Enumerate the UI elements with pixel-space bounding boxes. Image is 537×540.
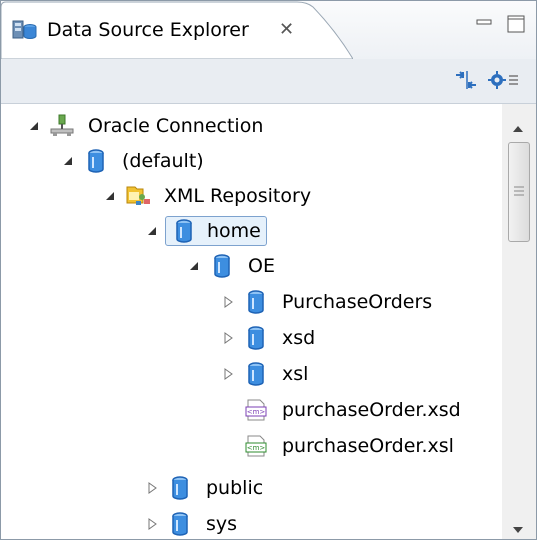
tree-item-oracle-connection[interactable]: Oracle Connection xyxy=(25,108,267,144)
tree-item-xsl-folder[interactable]: xsl xyxy=(219,356,312,392)
database-icon xyxy=(83,148,109,174)
tree-item-label: PurchaseOrders xyxy=(282,291,433,313)
folder-db-icon xyxy=(167,475,193,501)
scrollbar-thumb[interactable] xyxy=(508,142,530,242)
tree-item-purchaseorder-xsd[interactable]: <m> purchaseOrder.xsd xyxy=(237,392,465,428)
close-icon[interactable]: ✕ xyxy=(279,17,294,43)
expanded-arrow-icon[interactable] xyxy=(25,108,43,144)
xml-repository-icon xyxy=(125,183,151,209)
collapsed-arrow-icon[interactable] xyxy=(219,320,237,356)
tree-item-label: sys xyxy=(206,513,238,535)
collapsed-arrow-icon[interactable] xyxy=(143,470,161,506)
tree-item-sys[interactable]: sys xyxy=(143,506,241,539)
xsl-file-icon: <m> xyxy=(243,433,269,459)
collapse-all-icon[interactable] xyxy=(453,67,479,97)
tree-item-label: (default) xyxy=(122,150,204,172)
folder-db-icon xyxy=(243,361,269,387)
tree-item-default[interactable]: (default) xyxy=(59,143,208,179)
expanded-arrow-icon[interactable] xyxy=(143,213,161,249)
collapsed-arrow-icon[interactable] xyxy=(219,284,237,320)
tree-item-public[interactable]: public xyxy=(143,470,267,506)
connection-icon xyxy=(49,113,75,139)
expanded-arrow-icon[interactable] xyxy=(59,143,77,179)
tree-item-label: Oracle Connection xyxy=(88,115,264,137)
svg-text:<m>: <m> xyxy=(247,408,266,416)
maximize-icon[interactable] xyxy=(506,14,526,38)
xsd-file-icon: <m> xyxy=(243,397,269,423)
tree-item-purchaseorders[interactable]: PurchaseOrders xyxy=(219,284,436,320)
folder-db-icon xyxy=(243,325,269,351)
data-source-explorer-icon xyxy=(12,19,38,41)
collapsed-arrow-icon[interactable] xyxy=(143,506,161,539)
scroll-up-arrow-icon[interactable] xyxy=(512,118,524,137)
collapsed-arrow-icon[interactable] xyxy=(219,356,237,392)
folder-db-icon xyxy=(167,511,193,537)
tree-item-xsd-folder[interactable]: xsd xyxy=(219,320,319,356)
tree-item-label: XML Repository xyxy=(164,185,312,207)
tree-item-label: xsd xyxy=(282,327,316,349)
tree-item-label: purchaseOrder.xsl xyxy=(282,435,454,457)
tree-item-oe[interactable]: OE xyxy=(185,248,279,284)
svg-text:<m>: <m> xyxy=(247,444,266,452)
tree-item-selection: home xyxy=(165,216,267,246)
expanded-arrow-icon[interactable] xyxy=(101,178,119,214)
tree-view[interactable]: Oracle Connection (default) XML Reposito… xyxy=(1,104,501,539)
data-source-explorer-view: Data Source Explorer ✕ Oracle Connection… xyxy=(0,0,537,540)
view-toolbar xyxy=(1,59,536,104)
folder-db-icon xyxy=(209,253,235,279)
minimize-icon[interactable] xyxy=(475,14,493,36)
tree-item-home[interactable]: home xyxy=(143,213,267,249)
folder-db-icon xyxy=(171,218,197,244)
view-tab[interactable]: Data Source Explorer ✕ xyxy=(1,1,353,59)
tree-item-xml-repository[interactable]: XML Repository xyxy=(101,178,315,214)
vertical-scrollbar[interactable] xyxy=(502,104,536,539)
folder-db-icon xyxy=(243,289,269,315)
scroll-down-arrow-icon[interactable] xyxy=(512,519,524,538)
tree-item-label: OE xyxy=(248,255,275,277)
view-tab-bar: Data Source Explorer ✕ xyxy=(1,1,536,59)
expanded-arrow-icon[interactable] xyxy=(185,248,203,284)
tree-item-label: xsl xyxy=(282,363,309,385)
view-menu-icon[interactable] xyxy=(488,67,522,97)
tree-item-label: purchaseOrder.xsd xyxy=(282,399,461,421)
tree-item-purchaseorder-xsl[interactable]: <m> purchaseOrder.xsl xyxy=(237,428,458,464)
view-title: Data Source Explorer xyxy=(47,19,249,41)
tree-item-label: public xyxy=(206,477,264,499)
tree-item-label: home xyxy=(207,220,261,242)
